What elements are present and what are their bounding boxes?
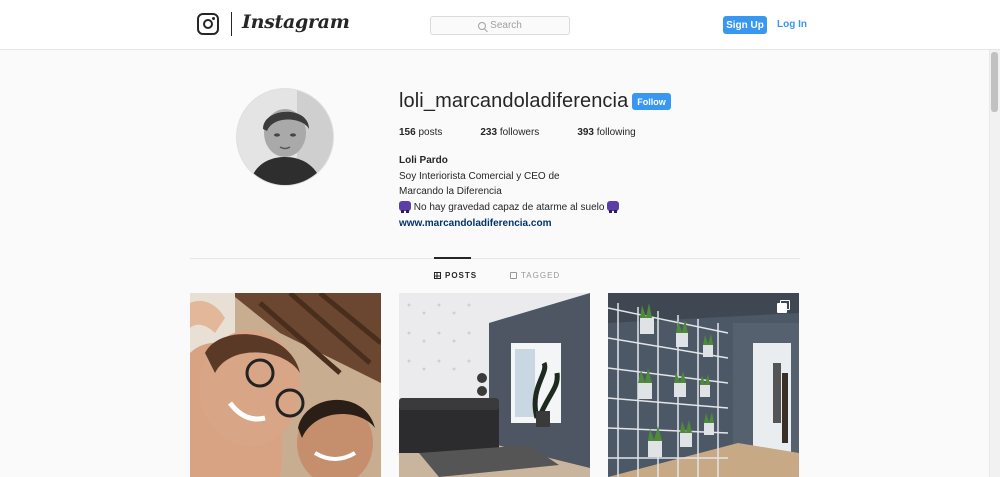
scrollbar-thumb[interactable]: [991, 52, 998, 112]
active-tab-indicator: [434, 257, 471, 259]
search-placeholder: Search: [490, 20, 522, 31]
profile-username: loli_marcandoladiferencia: [399, 90, 629, 112]
top-navigation-bar: Instagram Search Sign Up Log In: [0, 0, 1000, 50]
profile-website-link[interactable]: www.marcandoladiferencia.com: [399, 216, 619, 232]
tab-tagged[interactable]: TAGGED: [510, 271, 560, 280]
profile-avatar: [236, 88, 334, 186]
profile-full-name: Loli Pardo: [399, 155, 448, 166]
following-count[interactable]: 393 following: [577, 127, 635, 138]
post-thumbnail-selfie[interactable]: [190, 293, 381, 477]
instagram-wordmark[interactable]: Instagram: [242, 11, 350, 33]
tab-posts[interactable]: POSTS: [434, 271, 477, 280]
search-icon: [478, 21, 487, 30]
motor-scooter-icon: [607, 201, 620, 214]
grid-icon: [434, 272, 441, 279]
multiple-photos-icon: [777, 300, 791, 314]
profile-bio: Loli Pardo Soy Interiorista Comercial y …: [399, 153, 620, 232]
logo-divider: [231, 12, 232, 36]
tabs-divider: [190, 258, 800, 259]
tag-icon: [510, 272, 517, 279]
followers-count[interactable]: 233 followers: [480, 127, 539, 138]
post-thumbnail-plant-wall[interactable]: [608, 293, 799, 477]
motor-scooter-icon: [399, 201, 411, 214]
bio-line: Marcando la Diferencia: [399, 186, 502, 198]
log-in-link[interactable]: Log In: [777, 19, 807, 30]
search-input[interactable]: Search: [430, 16, 570, 35]
instagram-camera-icon[interactable]: [197, 13, 219, 35]
page-scrollbar[interactable]: [989, 50, 1000, 477]
posts-count: 156 posts: [399, 127, 443, 138]
post-thumbnail-living-room[interactable]: [399, 293, 590, 477]
profile-stats: 156 posts 233 followers 393 following: [399, 127, 674, 138]
bio-line-motto: No hay gravedad capaz de atarme al suelo: [399, 200, 620, 216]
follow-button[interactable]: Follow: [632, 93, 671, 110]
bio-line: Soy Interiorista Comercial y CEO de: [399, 170, 560, 182]
sign-up-button[interactable]: Sign Up: [723, 16, 767, 34]
